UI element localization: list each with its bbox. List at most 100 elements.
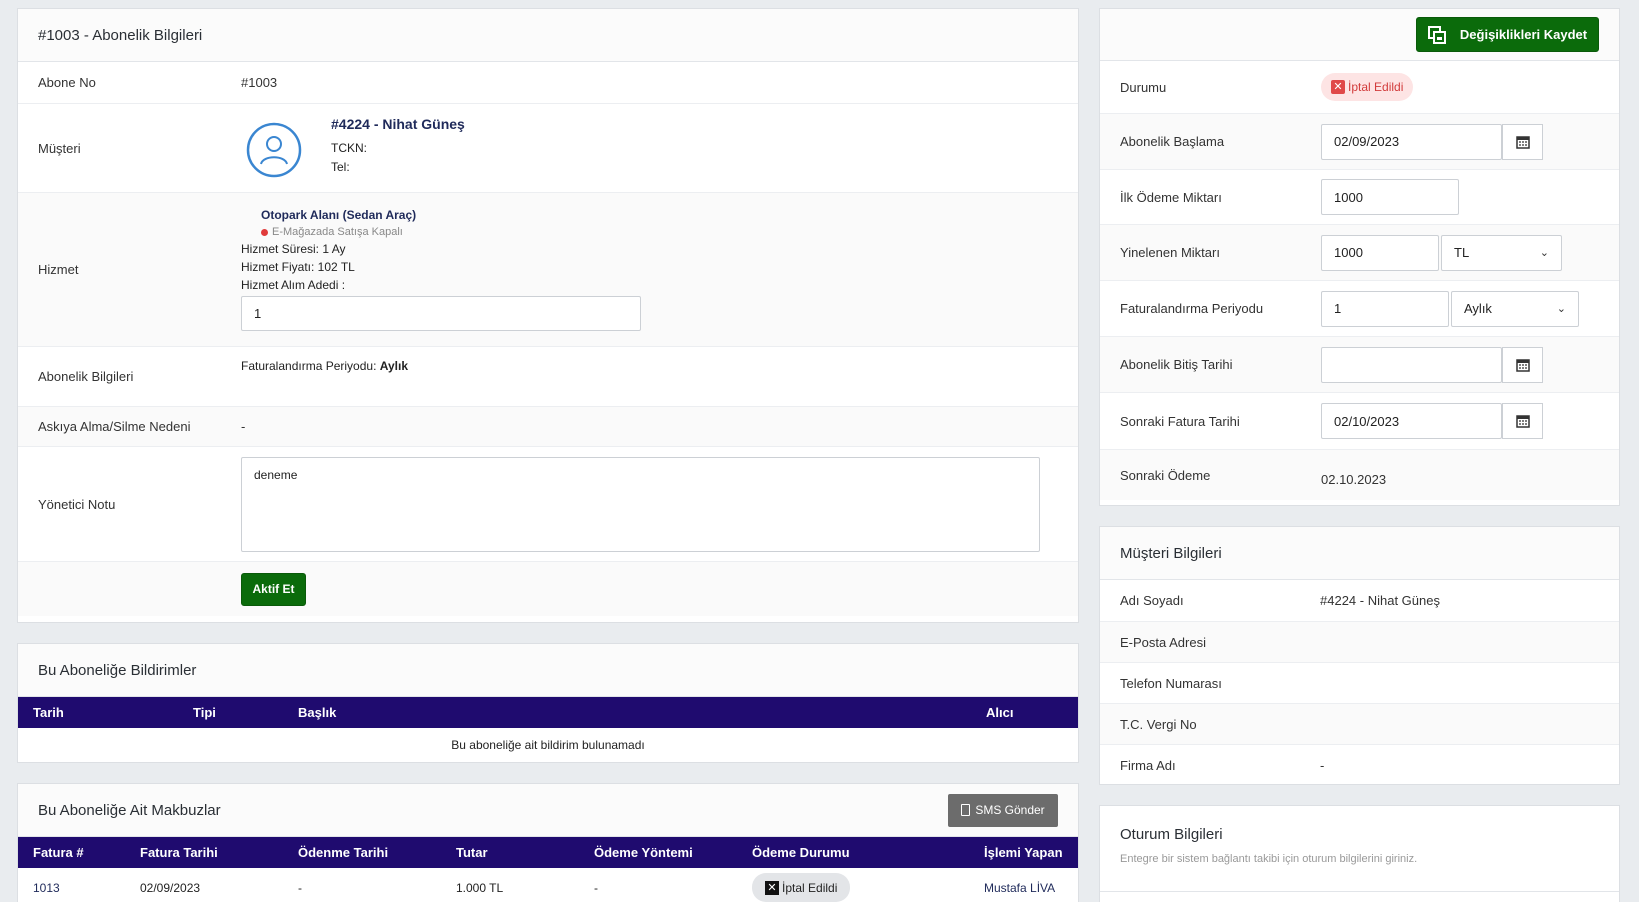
bitis-row: Abonelik Bitiş Tarihi: [1100, 337, 1619, 393]
service-name-link[interactable]: Otopark Alanı (Sedan Araç): [261, 208, 641, 222]
actions-row: Aktif Et: [18, 562, 1078, 616]
hizmet-row: Hizmet Otopark Alanı (Sedan Araç) E-Mağa…: [18, 193, 1078, 347]
sonraki-fatura-label: Sonraki Fatura Tarihi: [1120, 413, 1240, 429]
session-divider: [1100, 891, 1619, 892]
abonelik-row: Abonelik Bilgileri Faturalandırma Periyo…: [18, 347, 1078, 407]
calculator-icon: [961, 804, 971, 816]
col-fatura: Fatura #: [33, 845, 84, 860]
receipts-title: Bu Aboneliğe Ait Makbuzlar: [38, 801, 221, 819]
askiya-value: -: [241, 419, 246, 434]
list-item: E-Posta Adresi: [1100, 622, 1619, 663]
baslama-input[interactable]: 02/09/2023: [1321, 123, 1502, 160]
session-subtitle: Entegre bir sistem bağlantı takibi için …: [1120, 853, 1418, 865]
yonetici-label: Yönetici Notu: [38, 496, 116, 512]
yinelenen-input[interactable]: 1000: [1321, 234, 1439, 271]
askiya-row: Askıya Alma/Silme Nedeni -: [18, 407, 1078, 447]
save-icon: [1427, 25, 1446, 44]
col-odenme-tarihi: Ödenme Tarihi: [298, 845, 389, 860]
col-tipi: Tipi: [193, 705, 216, 720]
receipt-status-badge: ✕ İptal Edildi: [752, 873, 851, 902]
company-label: Firma Adı: [1120, 757, 1176, 773]
notifications-title: Bu Aboneliğe Bildirimler: [18, 644, 1078, 697]
yonetici-note-textarea[interactable]: deneme: [241, 456, 1040, 552]
sms-button[interactable]: SMS Gönder: [948, 793, 1058, 827]
customer-info-title: Müşteri Bilgileri: [1100, 527, 1619, 580]
periyod-label: Faturalandırma Periyodu: [1120, 301, 1264, 316]
save-row: Değişiklikleri Kaydet: [1100, 9, 1619, 61]
list-item: Firma Adı -: [1100, 745, 1619, 785]
abone-no-label: Abone No: [38, 75, 96, 90]
cancel-icon: ✕: [1331, 80, 1345, 94]
email-label: E-Posta Adresi: [1120, 634, 1206, 650]
yonetici-row: Yönetici Notu deneme: [18, 447, 1078, 562]
sonraki-odeme-label: Sonraki Ödeme: [1120, 467, 1211, 483]
receipt-user-link[interactable]: Mustafa LİVA: [984, 881, 1055, 895]
sonraki-fatura-input[interactable]: 02/10/2023: [1321, 403, 1502, 439]
col-islemi-yapan: İşlemi Yapan: [984, 845, 1063, 860]
receipt-amount: 1.000 TL: [456, 881, 504, 895]
col-alici: Alıcı: [986, 705, 1014, 720]
session-card: Oturum Bilgileri Entegre bir sistem bağl…: [1099, 805, 1620, 902]
receipts-card: Bu Aboneliğe Ait Makbuzlar SMS Gönder Fa…: [17, 783, 1079, 902]
receipt-number-link[interactable]: 1013: [33, 881, 60, 895]
company-value: -: [1320, 757, 1325, 773]
table-row: 1013 02/09/2023 - 1.000 TL - ✕ İptal Edi…: [18, 868, 1078, 902]
chevron-down-icon: ⌄: [1539, 247, 1549, 259]
yinelenen-row: Yinelenen Miktarı 1000 TL ⌄: [1100, 225, 1619, 281]
list-item: Adı Soyadı #4224 - Nihat Güneş: [1100, 580, 1619, 622]
ilk-odeme-label: İlk Ödeme Miktarı: [1120, 189, 1222, 205]
tax-no-label: T.C. Vergi No: [1120, 716, 1197, 732]
yinelenen-label: Yinelenen Miktarı: [1120, 245, 1220, 260]
tel-label: Tel:: [331, 160, 350, 174]
receipts-table-header: Fatura # Fatura Tarihi Ödenme Tarihi Tut…: [18, 837, 1078, 868]
currency-value: TL: [1454, 245, 1470, 260]
col-fatura-tarihi: Fatura Tarihi: [140, 845, 218, 860]
col-baslik: Başlık: [298, 705, 337, 720]
calendar-icon[interactable]: [1502, 123, 1543, 160]
billing-period-prefix: Faturalandırma Periyodu:: [241, 359, 377, 373]
service-status: E-Mağazada Satışa Kapalı: [272, 226, 403, 238]
adi-soyadi-value: #4224 - Nihat Güneş: [1320, 593, 1440, 608]
service-price: Hizmet Fiyatı: 102 TL: [241, 260, 355, 274]
calendar-icon[interactable]: [1502, 403, 1543, 439]
periyod-row: Faturalandırma Periyodu 1 Aylık ⌄: [1100, 281, 1619, 337]
sonraki-odeme-value: 02.10.2023: [1321, 471, 1387, 487]
cancel-icon: ✕: [765, 880, 779, 895]
chevron-down-icon: ⌄: [1556, 303, 1566, 315]
hizmet-label: Hizmet: [38, 262, 79, 277]
col-odeme-durumu: Ödeme Durumu: [752, 845, 850, 860]
durum-row: Durumu ✕ İptal Edildi: [1100, 61, 1619, 114]
receipt-date: 02/09/2023: [140, 881, 201, 895]
receipt-paid-date: -: [298, 881, 302, 895]
bitis-input[interactable]: [1321, 346, 1502, 383]
calendar-icon[interactable]: [1502, 346, 1543, 383]
musteri-label: Müşteri: [38, 140, 81, 156]
list-item: Telefon Numarası: [1100, 663, 1619, 704]
ilk-odeme-input[interactable]: 1000: [1321, 179, 1459, 215]
askiya-label: Askıya Alma/Silme Nedeni: [38, 419, 191, 434]
customer-name-link[interactable]: #4224 - Nihat Güneş: [331, 116, 465, 132]
durum-badge: ✕ İptal Edildi: [1321, 73, 1414, 101]
service-qty-input[interactable]: 1: [241, 296, 641, 331]
durum-label: Durumu: [1120, 79, 1167, 95]
activate-button[interactable]: Aktif Et: [241, 572, 306, 606]
notifications-empty: Bu aboneliğe ait bildirim bulunamadı: [451, 738, 645, 752]
subscription-settings-card: Değişiklikleri Kaydet Durumu ✕ İptal Edi…: [1099, 8, 1620, 506]
ilk-odeme-row: İlk Ödeme Miktarı 1000: [1100, 170, 1619, 225]
currency-select[interactable]: TL ⌄: [1441, 234, 1562, 271]
sonraki-fatura-row: Sonraki Fatura Tarihi 02/10/2023: [1100, 393, 1619, 450]
periyod-unit-select[interactable]: Aylık ⌄: [1451, 290, 1579, 327]
customer-info-card: Müşteri Bilgileri Adı Soyadı #4224 - Nih…: [1099, 526, 1620, 785]
bitis-label: Abonelik Bitiş Tarihi: [1120, 357, 1233, 372]
save-button[interactable]: Değişiklikleri Kaydet: [1416, 17, 1599, 52]
abonelik-label: Abonelik Bilgileri: [38, 369, 134, 384]
col-tutar: Tutar: [456, 845, 488, 860]
baslama-row: Abonelik Başlama 02/09/2023: [1100, 114, 1619, 170]
sonraki-odeme-row: Sonraki Ödeme 02.10.2023: [1100, 450, 1619, 500]
notifications-card: Bu Aboneliğe Bildirimler Tarih Tipi Başl…: [17, 643, 1079, 763]
receipts-header: Bu Aboneliğe Ait Makbuzlar SMS Gönder: [18, 784, 1078, 837]
tckn-label: TCKN:: [331, 141, 367, 155]
periyod-input[interactable]: 1: [1321, 290, 1449, 327]
receipt-status-label: İptal Edildi: [782, 880, 838, 895]
subscription-card: #1003 - Abonelik Bilgileri Abone No #100…: [17, 8, 1079, 623]
